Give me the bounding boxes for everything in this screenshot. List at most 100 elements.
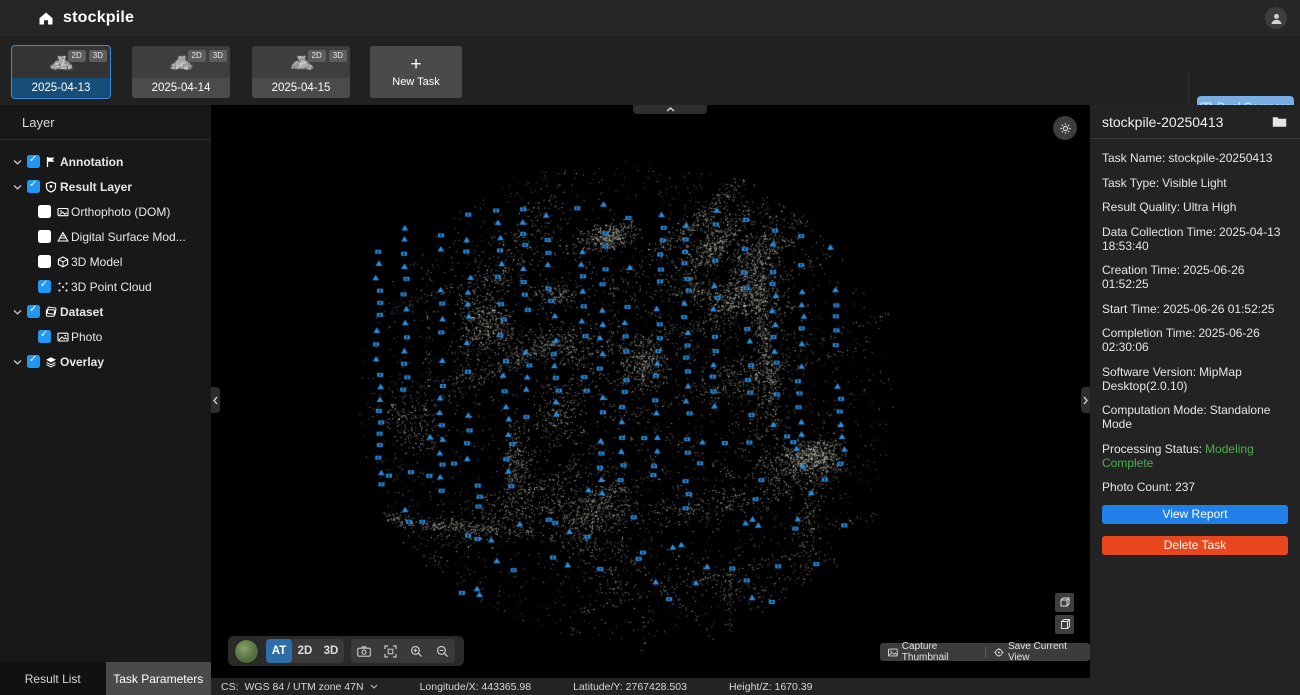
detail-row: Completion Time:2025-06-26 02:30:06 — [1102, 326, 1288, 354]
tab-result-list[interactable]: Result List — [0, 662, 106, 695]
badge-3d: 3D — [329, 50, 347, 62]
chevron-down-icon[interactable] — [13, 359, 23, 365]
layer-item-dsm[interactable]: Digital Surface Mod... — [0, 224, 211, 249]
zoom-in-button[interactable] — [403, 639, 429, 663]
collapse-right-handle[interactable] — [1081, 387, 1090, 413]
dsm-icon — [57, 231, 69, 243]
checkbox[interactable] — [38, 330, 51, 343]
mode-at-button[interactable]: AT — [266, 639, 292, 663]
badge-3d: 3D — [89, 50, 107, 62]
gear-icon — [1059, 122, 1072, 135]
extent-icon — [384, 645, 397, 658]
layer-item-dataset[interactable]: Dataset — [0, 299, 211, 324]
user-avatar[interactable] — [1265, 7, 1287, 29]
checkbox[interactable] — [27, 180, 40, 193]
detail-row: Start Time:2025-06-26 01:52:25 — [1102, 302, 1288, 316]
zoom-in-icon — [410, 645, 423, 658]
task-card-2025-04-14[interactable]: 2D 3D 2025-04-14 — [132, 46, 230, 98]
chevron-down-icon[interactable] — [13, 159, 23, 165]
checkbox[interactable] — [38, 205, 51, 218]
detail-row: Computation Mode:Standalone Mode — [1102, 403, 1288, 431]
chevron-down-icon[interactable] — [13, 184, 23, 190]
detail-row: Data Collection Time:2025-04-13 18:53:40 — [1102, 225, 1288, 253]
minimap-button[interactable] — [234, 639, 259, 664]
viewer-settings-button[interactable] — [1053, 116, 1077, 140]
task-date-label: 2025-04-13 — [12, 78, 110, 98]
badge-2d: 2D — [308, 50, 326, 62]
checkbox[interactable] — [27, 305, 40, 318]
camera-icon — [357, 646, 371, 657]
fit-extent-button[interactable] — [377, 639, 403, 663]
longitude-readout: Longitude/X: 443365.98 — [420, 681, 532, 693]
height-readout: Height/Z: 1670.39 — [729, 681, 813, 693]
delete-task-button[interactable]: Delete Task — [1102, 536, 1288, 555]
mode-3d-button[interactable]: 3D — [318, 639, 344, 663]
badge-2d: 2D — [188, 50, 206, 62]
detail-row: Task Name:stockpile-20250413 — [1102, 151, 1288, 165]
task-card-2025-04-15[interactable]: 2D 3D 2025-04-15 — [252, 46, 350, 98]
layer-item-orthophoto[interactable]: Orthophoto (DOM) — [0, 199, 211, 224]
chevron-up-icon — [666, 107, 675, 112]
chevron-down-icon[interactable] — [13, 309, 23, 315]
plus-icon: + — [410, 56, 421, 73]
layer-item-overlay[interactable]: Overlay — [0, 349, 211, 374]
model-icon — [57, 256, 69, 268]
target-view-icon — [994, 647, 1004, 658]
dataset-icon — [45, 306, 57, 318]
task-date-label: 2025-04-14 — [132, 78, 230, 98]
checkbox[interactable] — [27, 355, 40, 368]
save-current-view-button[interactable]: Save Current View — [986, 643, 1090, 661]
badge-2d: 2D — [68, 50, 86, 62]
layer-item-annotation[interactable]: Annotation — [0, 149, 211, 174]
panel-title: stockpile-20250413 — [1102, 114, 1223, 130]
layer-item-photo[interactable]: Photo — [0, 324, 211, 349]
checkbox[interactable] — [27, 155, 40, 168]
overlay-icon — [45, 356, 57, 368]
new-task-button[interactable]: + New Task — [370, 46, 462, 98]
flag-icon — [45, 156, 57, 168]
view-report-button[interactable]: View Report — [1102, 505, 1288, 524]
point-cloud-canvas[interactable] — [211, 105, 1090, 678]
chevron-left-icon — [213, 396, 218, 405]
viewer-tools-group — [351, 639, 455, 663]
zoom-out-icon — [436, 645, 449, 658]
top-bar: stockpile — [0, 0, 1300, 36]
coordinate-system-select[interactable]: CS: WGS 84 / UTM zone 47N — [221, 681, 378, 693]
task-strip: 2D 3D 2025-04-13 2D 3D 2025-04-14 2D 3D … — [0, 36, 1300, 105]
cube-wireframe-icon — [1058, 596, 1071, 609]
viewer-toolbar: AT 2D 3D — [228, 636, 464, 666]
zoom-out-button[interactable] — [429, 639, 455, 663]
collapse-up-handle[interactable] — [633, 105, 707, 114]
layer-panel: Layer Annotation Result Layer Orthophoto… — [0, 105, 211, 662]
collapse-left-handle[interactable] — [211, 387, 220, 413]
layer-item-3d-model[interactable]: 3D Model — [0, 249, 211, 274]
orthophoto-icon — [57, 206, 69, 218]
view-cube-front-button[interactable] — [1055, 615, 1074, 634]
shield-icon — [45, 181, 57, 193]
checkbox[interactable] — [38, 255, 51, 268]
checkbox[interactable] — [38, 230, 51, 243]
home-icon[interactable] — [38, 11, 54, 26]
tab-task-parameters[interactable]: Task Parameters — [106, 662, 212, 695]
layer-item-3d-point-cloud[interactable]: 3D Point Cloud — [0, 274, 211, 299]
detail-row-photo-count: Photo Count:237 — [1102, 480, 1288, 494]
cube-wireframe-icon — [1058, 618, 1071, 631]
view-cube-top-button[interactable] — [1055, 593, 1074, 612]
badge-3d: 3D — [209, 50, 227, 62]
layer-item-result-layer[interactable]: Result Layer — [0, 174, 211, 199]
task-card-2025-04-13[interactable]: 2D 3D 2025-04-13 — [12, 46, 110, 98]
photo-icon — [57, 331, 69, 343]
image-icon — [888, 648, 898, 657]
checkbox[interactable] — [38, 280, 51, 293]
chevron-down-icon — [370, 684, 378, 689]
mode-2d-button[interactable]: 2D — [292, 639, 318, 663]
viewer-3d[interactable]: AT 2D 3D Capture Thumbnail S — [211, 105, 1090, 678]
layer-panel-title: Layer — [0, 105, 211, 139]
pointcloud-icon — [57, 281, 69, 293]
capture-thumbnail-button[interactable]: Capture Thumbnail — [880, 643, 985, 661]
detail-row: Result Quality:Ultra High — [1102, 200, 1288, 214]
status-bar: CS: WGS 84 / UTM zone 47N Longitude/X: 4… — [211, 678, 1300, 695]
screenshot-button[interactable] — [351, 639, 377, 663]
capture-bar: Capture Thumbnail Save Current View — [880, 643, 1090, 661]
folder-icon[interactable] — [1272, 116, 1287, 128]
